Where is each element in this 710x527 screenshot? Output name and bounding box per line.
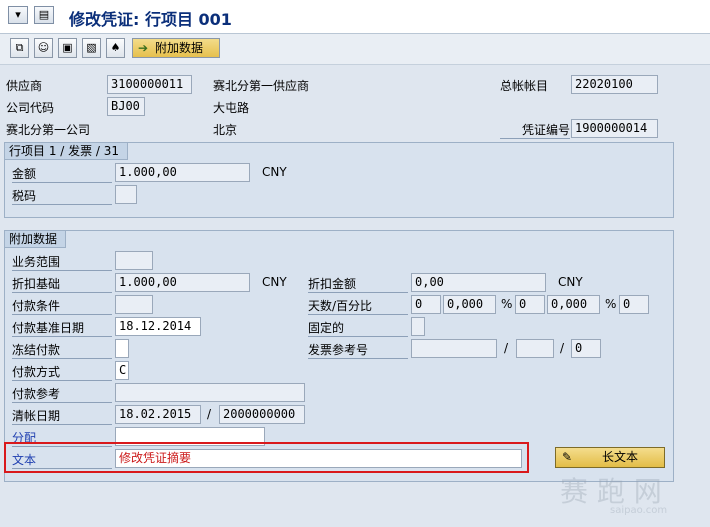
long-text-button[interactable]: ✎ 长文本: [555, 447, 665, 468]
overview-icon[interactable]: ⧉: [10, 38, 29, 58]
gl-account-label: 总帐帐目: [500, 79, 549, 93]
vendor-label: 供应商: [6, 79, 43, 93]
amount-field[interactable]: 1.000,00: [115, 163, 250, 182]
arrow-right-icon: ➔: [138, 41, 149, 55]
days-1-field[interactable]: 0: [411, 295, 441, 314]
clearing-date-label: 清帐日期: [12, 407, 112, 425]
baseline-date-label: 付款基准日期: [12, 319, 112, 337]
amount-currency: CNY: [262, 165, 287, 179]
title-bar: ▾ ▤ 修改凭证: 行项目 001: [0, 0, 710, 34]
invoice-reference-separator-2: /: [560, 341, 565, 355]
days-percent-label: 天数/百分比: [308, 297, 408, 315]
discount-base-label: 折扣基础: [12, 275, 112, 293]
document-number-field[interactable]: 1900000014: [571, 119, 658, 138]
business-area-label: 业务范围: [12, 253, 112, 271]
text-field[interactable]: 修改凭证摘要: [115, 449, 522, 468]
invoice-reference-1-field[interactable]: [411, 339, 497, 358]
payment-terms-label: 付款条件: [12, 297, 112, 315]
tax-code-field[interactable]: [115, 185, 137, 204]
percent-2-field[interactable]: 0,000: [547, 295, 600, 314]
additional-data-button[interactable]: ➔ 附加数据: [132, 38, 220, 58]
document-number-label: 凭证编号: [500, 121, 570, 139]
watermark-logo: 赛 跑 网: [560, 475, 662, 508]
fixed-label: 固定的: [308, 319, 408, 337]
hat-icon[interactable]: ♠: [106, 38, 125, 58]
fixed-checkbox[interactable]: [411, 317, 425, 336]
company-code-field[interactable]: BJ00: [107, 97, 145, 116]
vendor-street: 大屯路: [213, 101, 250, 115]
days-3-field[interactable]: 0: [619, 295, 649, 314]
copy-doc-icon[interactable]: ▧: [82, 38, 101, 58]
menu-icon[interactable]: ▾: [8, 6, 28, 24]
percent-2-symbol: %: [605, 297, 617, 311]
long-text-icon: ✎: [562, 450, 573, 464]
additional-data-section-title: 附加数据: [5, 231, 67, 248]
discount-amount-currency: CNY: [558, 275, 583, 289]
baseline-date-field[interactable]: 18.12.2014: [115, 317, 201, 336]
tax-code-label: 税码: [12, 187, 112, 205]
gl-account-field[interactable]: 22020100: [571, 75, 658, 94]
payment-block-field[interactable]: [115, 339, 129, 358]
person-icon[interactable]: ☺: [34, 38, 53, 58]
payment-reference-field[interactable]: [115, 383, 305, 402]
document-icon[interactable]: ▤: [34, 6, 54, 24]
discount-base-field[interactable]: 1.000,00: [115, 273, 250, 292]
invoice-reference-3-field[interactable]: 0: [571, 339, 601, 358]
clearing-separator: /: [207, 407, 212, 421]
line-item-section-title: 行项目 1 / 发票 / 31: [5, 143, 129, 160]
save-doc-icon[interactable]: ▣: [58, 38, 77, 58]
amount-label: 金额: [12, 165, 112, 183]
percent-1-symbol: %: [501, 297, 513, 311]
payment-block-label: 冻结付款: [12, 341, 112, 359]
company-name: 赛北分第一公司: [6, 123, 91, 137]
application-toolbar: ⧉ ☺ ▣ ▧ ♠ ➔ 附加数据: [0, 34, 710, 65]
percent-1-field[interactable]: 0,000: [443, 295, 496, 314]
discount-amount-field[interactable]: 0,00: [411, 273, 546, 292]
discount-base-currency: CNY: [262, 275, 287, 289]
company-code-label: 公司代码: [6, 101, 55, 115]
business-area-field[interactable]: [115, 251, 153, 270]
watermark-url: saipao.com: [610, 505, 668, 516]
vendor-field[interactable]: 3100000011: [107, 75, 192, 94]
payment-method-field[interactable]: C: [115, 361, 129, 380]
text-label[interactable]: 文本: [12, 451, 112, 469]
page-title: 修改凭证: 行项目 001: [69, 10, 232, 29]
days-2-field[interactable]: 0: [515, 295, 545, 314]
discount-amount-label: 折扣金额: [308, 275, 408, 293]
clearing-date-field[interactable]: 18.02.2015: [115, 405, 201, 424]
clearing-document-field[interactable]: 2000000000: [219, 405, 305, 424]
payment-reference-label: 付款参考: [12, 385, 112, 403]
invoice-reference-separator-1: /: [504, 341, 509, 355]
vendor-city: 北京: [213, 123, 238, 137]
invoice-reference-2-field[interactable]: [516, 339, 554, 358]
payment-terms-field[interactable]: [115, 295, 153, 314]
invoice-reference-label: 发票参考号: [308, 341, 408, 359]
vendor-name: 赛北分第一供应商: [213, 79, 310, 93]
payment-method-label: 付款方式: [12, 363, 112, 381]
